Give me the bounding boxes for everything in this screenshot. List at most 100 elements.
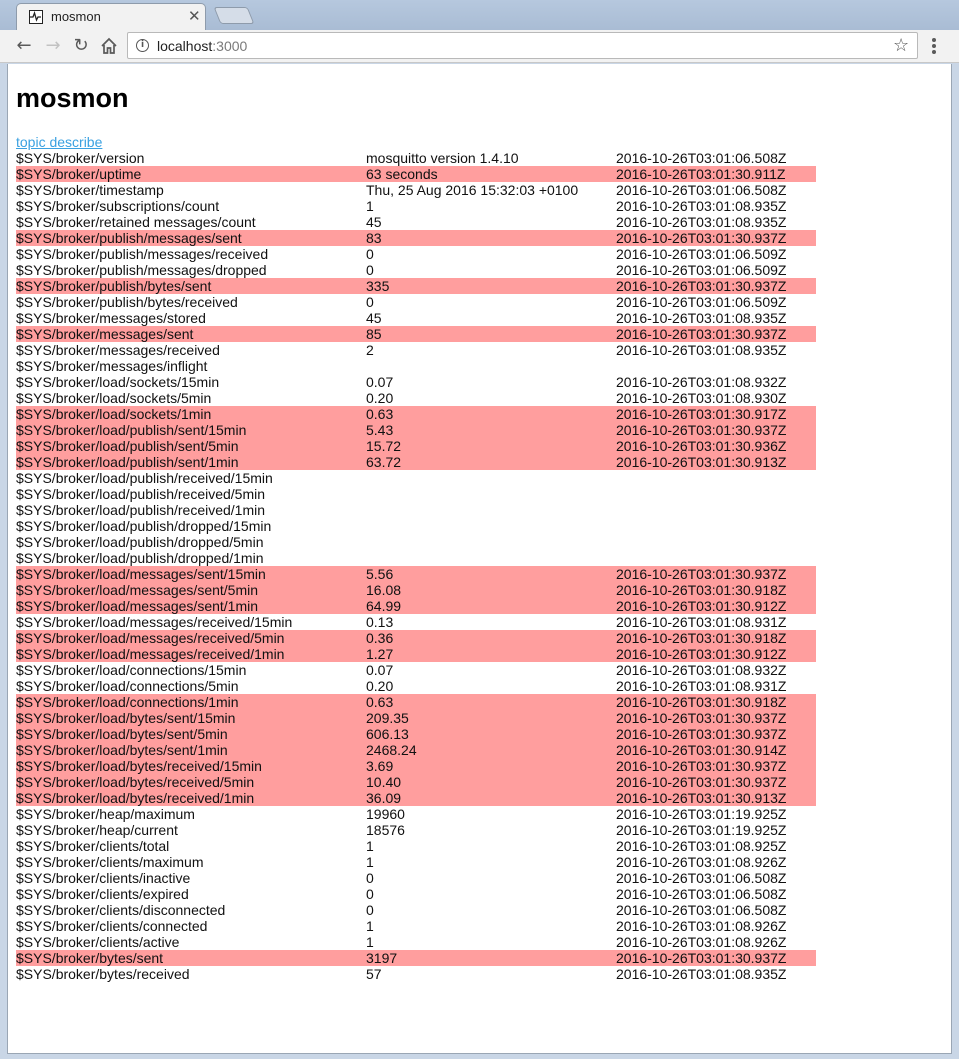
timestamp-cell: 2016-10-26T03:01:30.913Z	[616, 790, 816, 806]
table-row: $SYS/broker/clients/active 1 2016-10-26T03…	[16, 934, 816, 950]
value-cell: 0	[366, 262, 374, 278]
table-row: $SYS/broker/version mosquitto version 1.4…	[16, 150, 816, 166]
topic-cell: $SYS/broker/load/bytes/sent/5min	[16, 726, 366, 742]
topic-cell: $SYS/broker/load/publish/sent/15min	[16, 422, 366, 438]
value-cell: 5.56	[366, 566, 616, 582]
back-arrow-icon[interactable]: ←	[13, 35, 35, 57]
info-icon[interactable]: i	[136, 39, 149, 52]
value-cell	[366, 550, 616, 566]
close-icon[interactable]: ✕	[188, 7, 201, 25]
value-cell: Thu, 25 Aug 2016 15:32:03 +0100	[366, 182, 579, 198]
value-cell: 45	[366, 310, 382, 326]
topic-cell: $SYS/broker/load/sockets/1min	[16, 406, 366, 422]
forward-arrow-icon[interactable]: →	[42, 35, 64, 57]
table-row: $SYS/broker/heap/maximum 19960 2016-10-26T…	[16, 806, 816, 822]
topic-cell: $SYS/broker/messages/inflight	[16, 358, 208, 374]
topic-cell: $SYS/broker/clients/expired	[16, 886, 189, 902]
topic-cell: $SYS/broker/load/connections/5min	[16, 678, 239, 694]
table-row: $SYS/broker/load/bytes/sent/5min 606.13 20…	[16, 726, 816, 742]
timestamp-cell: 2016-10-26T03:01:08.926Z	[616, 918, 787, 934]
topic-cell: $SYS/broker/subscriptions/count	[16, 198, 220, 214]
value-cell: 0	[366, 294, 374, 310]
timestamp-cell: 2016-10-26T03:01:06.508Z	[616, 902, 787, 918]
timestamp-cell: 2016-10-26T03:01:30.937Z	[616, 726, 816, 742]
timestamp-cell	[616, 358, 816, 374]
topic-cell: $SYS/broker/clients/inactive	[16, 870, 191, 886]
topic-cell: $SYS/broker/load/sockets/5min	[16, 390, 212, 406]
timestamp-cell: 2016-10-26T03:01:06.508Z	[616, 182, 787, 198]
table-row: $SYS/broker/load/publish/sent/5min 15.72 2…	[16, 438, 816, 454]
table-row: $SYS/broker/load/publish/dropped/5min	[16, 534, 816, 550]
value-cell: 2468.24	[366, 742, 616, 758]
kebab-menu-icon[interactable]	[924, 36, 944, 58]
value-cell: 0.13	[366, 614, 394, 630]
value-cell: 0	[366, 246, 374, 262]
page-title: mosmon	[16, 83, 129, 113]
topic-cell: $SYS/broker/load/sockets/15min	[16, 374, 220, 390]
timestamp-cell: 2016-10-26T03:01:30.937Z	[616, 566, 816, 582]
value-cell: 209.35	[366, 710, 616, 726]
value-cell: 606.13	[366, 726, 616, 742]
timestamp-cell: 2016-10-26T03:01:06.509Z	[616, 294, 787, 310]
timestamp-cell: 2016-10-26T03:01:08.926Z	[616, 854, 787, 870]
table-row: $SYS/broker/messages/received 2 2016-10-26…	[16, 342, 816, 358]
value-cell: 63.72	[366, 454, 616, 470]
bookmark-star-icon[interactable]: ☆	[893, 35, 909, 56]
topic-cell: $SYS/broker/load/publish/received/1min	[16, 502, 266, 518]
value-cell: 85	[366, 326, 616, 342]
table-row: $SYS/broker/subscriptions/count 1 2016-10-…	[16, 198, 816, 214]
table-row: $SYS/broker/clients/maximum 1 2016-10-26T0…	[16, 854, 816, 870]
value-cell: 0	[366, 870, 374, 886]
table-row: $SYS/broker/load/connections/5min 0.20 201…	[16, 678, 816, 694]
topic-cell: $SYS/broker/load/bytes/received/5min	[16, 774, 366, 790]
timestamp-cell: 2016-10-26T03:01:30.937Z	[616, 758, 816, 774]
timestamp-cell: 2016-10-26T03:01:08.931Z	[616, 614, 787, 630]
value-cell	[366, 470, 616, 486]
timestamp-cell: 2016-10-26T03:01:30.937Z	[616, 710, 816, 726]
value-cell: 0.20	[366, 678, 394, 694]
timestamp-cell	[616, 486, 816, 502]
value-cell: 16.08	[366, 582, 616, 598]
topic-cell: $SYS/broker/timestamp	[16, 182, 164, 198]
value-cell: 64.99	[366, 598, 616, 614]
timestamp-cell: 2016-10-26T03:01:08.926Z	[616, 934, 787, 950]
topic-describe-link[interactable]: topic describe	[16, 134, 102, 150]
new-tab-button[interactable]	[213, 7, 255, 24]
timestamp-cell: 2016-10-26T03:01:06.508Z	[616, 150, 787, 166]
timestamp-cell: 2016-10-26T03:01:08.935Z	[616, 342, 787, 358]
value-cell: 18576	[366, 822, 405, 838]
topic-cell: $SYS/broker/bytes/sent	[16, 950, 366, 966]
topic-cell: $SYS/broker/clients/total	[16, 838, 170, 854]
table-row: $SYS/broker/load/sockets/15min 0.07 2016-1…	[16, 374, 816, 390]
topic-cell: $SYS/broker/load/publish/received/5min	[16, 486, 266, 502]
reload-icon[interactable]: ↻	[70, 35, 92, 57]
value-cell: 10.40	[366, 774, 616, 790]
topic-cell: $SYS/broker/publish/messages/sent	[16, 230, 366, 246]
address-bar[interactable]: i localhost:3000 ☆	[127, 32, 918, 59]
table-row: $SYS/broker/load/connections/1min 0.63 201…	[16, 694, 816, 710]
timestamp-cell: 2016-10-26T03:01:30.918Z	[616, 582, 816, 598]
timestamp-cell: 2016-10-26T03:01:08.925Z	[616, 838, 787, 854]
timestamp-cell: 2016-10-26T03:01:30.937Z	[616, 950, 816, 966]
table-row: $SYS/broker/messages/inflight	[16, 358, 816, 374]
value-cell	[366, 534, 616, 550]
table-row: $SYS/broker/load/publish/dropped/1min	[16, 550, 816, 566]
browser-tab[interactable]: mosmon ✕	[16, 3, 206, 31]
table-row: $SYS/broker/load/messages/sent/15min 5.56…	[16, 566, 816, 582]
value-cell: 1	[366, 854, 374, 870]
topic-cell: $SYS/broker/publish/messages/dropped	[16, 262, 267, 278]
table-row: $SYS/broker/publish/messages/dropped 0 201…	[16, 262, 816, 278]
topic-cell: $SYS/broker/load/publish/received/15min	[16, 470, 273, 486]
home-icon[interactable]	[98, 35, 120, 57]
value-cell: 45	[366, 214, 382, 230]
value-cell: 0.63	[366, 694, 616, 710]
timestamp-cell: 2016-10-26T03:01:30.937Z	[616, 774, 816, 790]
value-cell: 0.07	[366, 662, 394, 678]
value-cell: 36.09	[366, 790, 616, 806]
topic-cell: $SYS/broker/load/bytes/sent/1min	[16, 742, 366, 758]
table-row: $SYS/broker/load/messages/sent/5min 16.08…	[16, 582, 816, 598]
table-row: $SYS/broker/load/publish/dropped/15min	[16, 518, 816, 534]
timestamp-cell: 2016-10-26T03:01:19.925Z	[616, 806, 787, 822]
value-cell	[366, 502, 616, 518]
pulse-icon	[29, 10, 43, 24]
